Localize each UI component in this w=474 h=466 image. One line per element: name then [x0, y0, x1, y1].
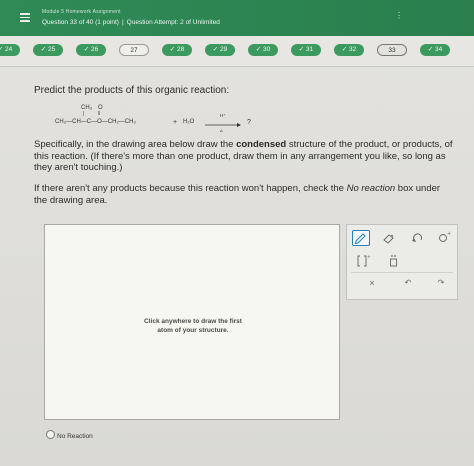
question-nav-item-26[interactable]: ✓ 26	[76, 44, 106, 56]
question-attempt: Question Attempt: 2 of Unlimited	[126, 19, 220, 26]
reaction-scheme: CH₃ O | ‖ CH₃—CH—C—O—CH₂—CH₃ + H₂O H⁺ Δ …	[55, 105, 275, 133]
question-info: Question 33 of 40 (1 point) | Question Att…	[42, 19, 220, 26]
question-nav: ✓ 24 ✓ 25 ✓ 26 27 ✓ 28 ✓ 29 ✓ 30 ✓ 31 ✓ 32 33 ✓ 34	[0, 36, 474, 67]
instructions-text-1: Specifically, in the drawing area below …	[34, 139, 237, 150]
undo-arc-icon[interactable]	[409, 230, 427, 246]
instructions-bold: condensed	[236, 139, 287, 150]
undo-icon[interactable]: ↶	[399, 278, 417, 294]
reaction-catalyst: H⁺	[220, 113, 226, 118]
question-instructions: Specifically, in the drawing area below …	[34, 139, 454, 174]
svg-text:+: +	[447, 231, 451, 237]
question-number: Question 33 of 40 (1 point)	[42, 19, 119, 26]
no-reaction-radio[interactable]	[46, 430, 55, 439]
no-reaction-option[interactable]: No Reaction	[46, 430, 93, 440]
reaction-plus: +	[173, 119, 178, 126]
no-reaction-label: No Reaction	[57, 433, 93, 440]
module-title: Module 5 Homework Assignment	[42, 9, 121, 15]
question-nav-item-32[interactable]: ✓ 32	[334, 44, 364, 56]
reaction-bond-vertical: |	[83, 111, 85, 117]
toolbar-divider	[351, 272, 453, 273]
lone-pair-icon[interactable]	[386, 253, 404, 269]
question-nav-item-27[interactable]: 27	[119, 44, 149, 56]
question-nav-item-33[interactable]: 33	[377, 44, 407, 56]
question-content: Predict the products of this organic rea…	[0, 67, 474, 466]
reaction-product: ?	[247, 119, 251, 126]
drawing-toolbar: + + × ↶ ↷	[346, 224, 458, 300]
question-nav-item-31[interactable]: ✓ 31	[291, 44, 321, 56]
no-product-instructions: If there aren't any products because thi…	[34, 183, 454, 206]
noprod-text-1: If there aren't any products because thi…	[34, 183, 347, 194]
reaction-water: H₂O	[183, 119, 195, 125]
drawing-hint-line-1: Click anywhere to draw the first	[144, 318, 242, 325]
reaction-arrow-icon	[205, 123, 241, 127]
drawing-hint: Click anywhere to draw the first atom of…	[45, 317, 341, 335]
svg-text:+: +	[367, 254, 371, 260]
question-prompt: Predict the products of this organic rea…	[34, 85, 230, 96]
reaction-double-bond: ‖	[98, 111, 101, 117]
question-nav-item-30[interactable]: ✓ 30	[248, 44, 278, 56]
reaction-heat: Δ	[220, 128, 223, 133]
noprod-italic: No reaction	[346, 183, 396, 194]
question-nav-item-29[interactable]: ✓ 29	[205, 44, 235, 56]
question-nav-item-34[interactable]: ✓ 34	[420, 44, 450, 56]
page: Module 5 Homework Assignment Question 33…	[0, 0, 474, 466]
clear-icon[interactable]: ×	[363, 278, 381, 294]
header-separator: |	[121, 19, 124, 26]
redo-icon[interactable]: ↷	[432, 278, 450, 294]
question-nav-item-24[interactable]: ✓ 24	[0, 44, 20, 56]
bracket-icon[interactable]: +	[355, 253, 373, 269]
reaction-main-chain: CH₃—CH—C—O—CH₂—CH₃	[55, 119, 136, 125]
charge-circle-icon[interactable]: +	[435, 230, 453, 246]
drawing-area[interactable]: Click anywhere to draw the first atom of…	[44, 224, 340, 420]
question-nav-item-28[interactable]: ✓ 28	[162, 44, 192, 56]
vertical-ellipsis-icon[interactable]: ⋮	[395, 11, 403, 20]
eraser-icon[interactable]	[380, 230, 398, 246]
hamburger-menu-icon[interactable]	[20, 13, 30, 22]
drawing-hint-line-2: atom of your structure.	[157, 327, 229, 334]
pencil-icon[interactable]	[352, 230, 370, 246]
assignment-header: Module 5 Homework Assignment Question 33…	[0, 0, 474, 36]
question-nav-item-25[interactable]: ✓ 25	[33, 44, 63, 56]
